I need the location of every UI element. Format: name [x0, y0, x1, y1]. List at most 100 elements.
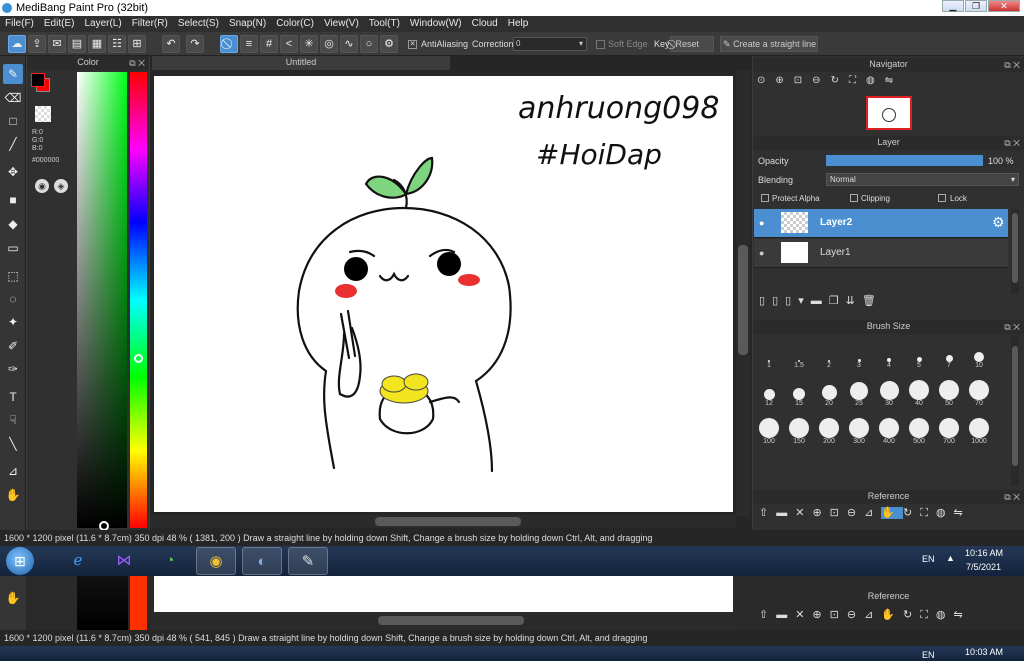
document-icon[interactable]: ▦	[88, 35, 106, 53]
brush-tool-icon[interactable]: ✎	[3, 64, 23, 84]
eyedropper-icon[interactable]: ⊿	[864, 507, 881, 519]
brush-size-cell[interactable]: 400	[877, 418, 901, 445]
brush-size-cell[interactable]: 25	[847, 380, 871, 407]
menu-color[interactable]: Color(C)	[271, 16, 319, 29]
panel-controls-icon[interactable]: ⧉ ✕	[1004, 491, 1020, 504]
hand-icon[interactable]: ✋	[881, 507, 904, 519]
opacity-slider[interactable]	[826, 155, 983, 166]
brush-size-cell[interactable]: 15	[787, 380, 811, 407]
hand-tool-icon[interactable]: ✋	[3, 485, 23, 505]
select-tool-icon[interactable]: ⬚	[3, 266, 23, 286]
brush-size-cell[interactable]: 150	[787, 418, 811, 445]
reset-button[interactable]: ⃠ Reset	[670, 36, 714, 52]
brush-size-cell[interactable]: 12	[757, 380, 781, 407]
horizontal-scrollbar[interactable]	[150, 515, 736, 528]
correction-dropdown[interactable]: 0 ▾	[513, 37, 587, 51]
duplicate-layer-icon[interactable]: ❐	[829, 295, 846, 307]
line-tool-icon[interactable]: ╱	[3, 134, 23, 154]
layer-row[interactable]: ● Layer2 ⚙	[754, 209, 1008, 238]
brush-size-cell[interactable]: 100	[757, 418, 781, 445]
antialiasing-checkbox[interactable]: ✕	[408, 40, 417, 49]
zoom-fit-icon[interactable]: ⊙	[757, 75, 775, 86]
menu-help[interactable]: Help	[503, 16, 534, 29]
horizontal-scroll-thumb[interactable]	[375, 517, 521, 526]
flip-icon[interactable]: ⇋	[954, 507, 971, 519]
document-tab[interactable]: Untitled	[152, 56, 450, 70]
navigator-thumbnail[interactable]	[866, 96, 912, 130]
lasso-tool-icon[interactable]: ◌	[3, 289, 23, 309]
protect-alpha-checkbox[interactable]	[761, 194, 769, 202]
brush-size-cell[interactable]: 1	[757, 342, 781, 369]
chat-icon[interactable]: ▤	[68, 35, 86, 53]
new-8bit-layer-icon[interactable]: ▯	[785, 295, 798, 307]
hand-tool-icon[interactable]: ✋	[3, 588, 23, 608]
ellipse-snap-icon[interactable]: ○	[360, 35, 378, 53]
panel-controls-icon[interactable]: ⧉ ✕	[1004, 321, 1020, 334]
parallel-snap-icon[interactable]: ≡	[240, 35, 258, 53]
maximize-button[interactable]: ❐	[965, 0, 987, 12]
gradient-tool-icon[interactable]: ▭	[3, 238, 23, 258]
brush-size-cell[interactable]: 50	[937, 380, 961, 407]
eye-icon[interactable]: ●	[759, 218, 764, 228]
brush-size-cell[interactable]: 2	[817, 342, 841, 369]
zoom-out-icon[interactable]: ⊖	[812, 75, 830, 86]
fit-window-icon[interactable]: ⛶	[920, 507, 936, 519]
rotate-icon[interactable]: ↻	[831, 75, 849, 86]
language-indicator[interactable]: EN	[922, 554, 935, 564]
hue-slider-handle[interactable]	[134, 354, 143, 363]
undo-icon[interactable]: ↶	[162, 35, 180, 53]
radial-snap-icon[interactable]: ✳	[300, 35, 318, 53]
rotate-icon[interactable]: ↻	[903, 507, 920, 519]
panel-controls-icon[interactable]: ⧉ ✕	[129, 57, 145, 70]
vanishing-snap-icon[interactable]: <	[280, 35, 298, 53]
blending-dropdown[interactable]: Normal ▾	[826, 173, 1019, 186]
internet-explorer-icon[interactable]: ℯ	[58, 547, 98, 575]
layer-scrollbar[interactable]	[1011, 209, 1019, 294]
palette-icon[interactable]: ◉	[35, 179, 49, 193]
eye-icon[interactable]: ●	[759, 248, 764, 258]
cloud-icon[interactable]: ☁	[8, 35, 26, 53]
reset-view-icon[interactable]: ◍	[936, 507, 954, 519]
circle-snap-icon[interactable]: ◎	[320, 35, 338, 53]
curve-snap-icon[interactable]: ∿	[340, 35, 358, 53]
select-eraser-tool-icon[interactable]: ✑	[3, 359, 23, 379]
panel-controls-icon[interactable]: ⧉ ✕	[1004, 59, 1020, 72]
brush-size-cell[interactable]: 20	[817, 380, 841, 407]
brush-size-cell[interactable]: 40	[907, 380, 931, 407]
brush-size-cell[interactable]: 700	[937, 418, 961, 445]
flip-icon[interactable]: ⇋	[885, 75, 903, 86]
brush-size-cell[interactable]: 1.5	[787, 342, 811, 369]
brush-size-cell[interactable]: 1000	[967, 418, 991, 445]
snap-off-icon[interactable]: ⃠	[220, 35, 238, 53]
soft-edge-checkbox[interactable]	[596, 40, 605, 49]
move-tool-icon[interactable]: ✥	[3, 162, 23, 182]
text-tool-icon[interactable]: T	[3, 387, 23, 407]
color-history-icon[interactable]: ◈	[54, 179, 68, 193]
transparent-color-swatch[interactable]	[35, 106, 51, 122]
start-button[interactable]: ⊞	[6, 547, 34, 575]
brush-size-scrollbar[interactable]	[1011, 336, 1019, 486]
new-halftone-layer-icon[interactable]: ▯	[772, 295, 785, 307]
dot-tool-icon[interactable]: □	[3, 111, 23, 131]
cross-snap-icon[interactable]: #	[260, 35, 278, 53]
upload-icon[interactable]: ⇧	[759, 507, 776, 519]
operation-tool-icon[interactable]: ☟	[3, 410, 23, 430]
vertical-scroll-thumb[interactable]	[738, 245, 748, 355]
straight-line-button[interactable]: ✎ Create a straight line	[720, 36, 818, 52]
zoom-out-icon[interactable]: ⊖	[847, 507, 864, 519]
hue-slider[interactable]	[130, 72, 147, 528]
close-button[interactable]: ✕	[988, 0, 1020, 12]
folder-icon[interactable]: ▬	[811, 295, 829, 307]
menu-file[interactable]: File(F)	[0, 16, 39, 29]
brush-size-cell[interactable]: 70	[967, 380, 991, 407]
brush-size-cell[interactable]: 10	[967, 342, 991, 369]
eyedropper-tool-icon[interactable]: ⊿	[3, 461, 23, 481]
brush-size-cell[interactable]: 500	[907, 418, 931, 445]
visual-studio-icon[interactable]: ⋈	[104, 547, 144, 575]
gear-icon[interactable]: ⚙	[992, 214, 1005, 231]
zoom-in-icon[interactable]: ⊕	[775, 75, 793, 86]
comment-icon[interactable]: ✉	[48, 35, 66, 53]
minimize-button[interactable]: ▁	[942, 0, 964, 12]
menu-layer[interactable]: Layer(L)	[79, 16, 126, 29]
brush-size-cell[interactable]: 3	[847, 342, 871, 369]
